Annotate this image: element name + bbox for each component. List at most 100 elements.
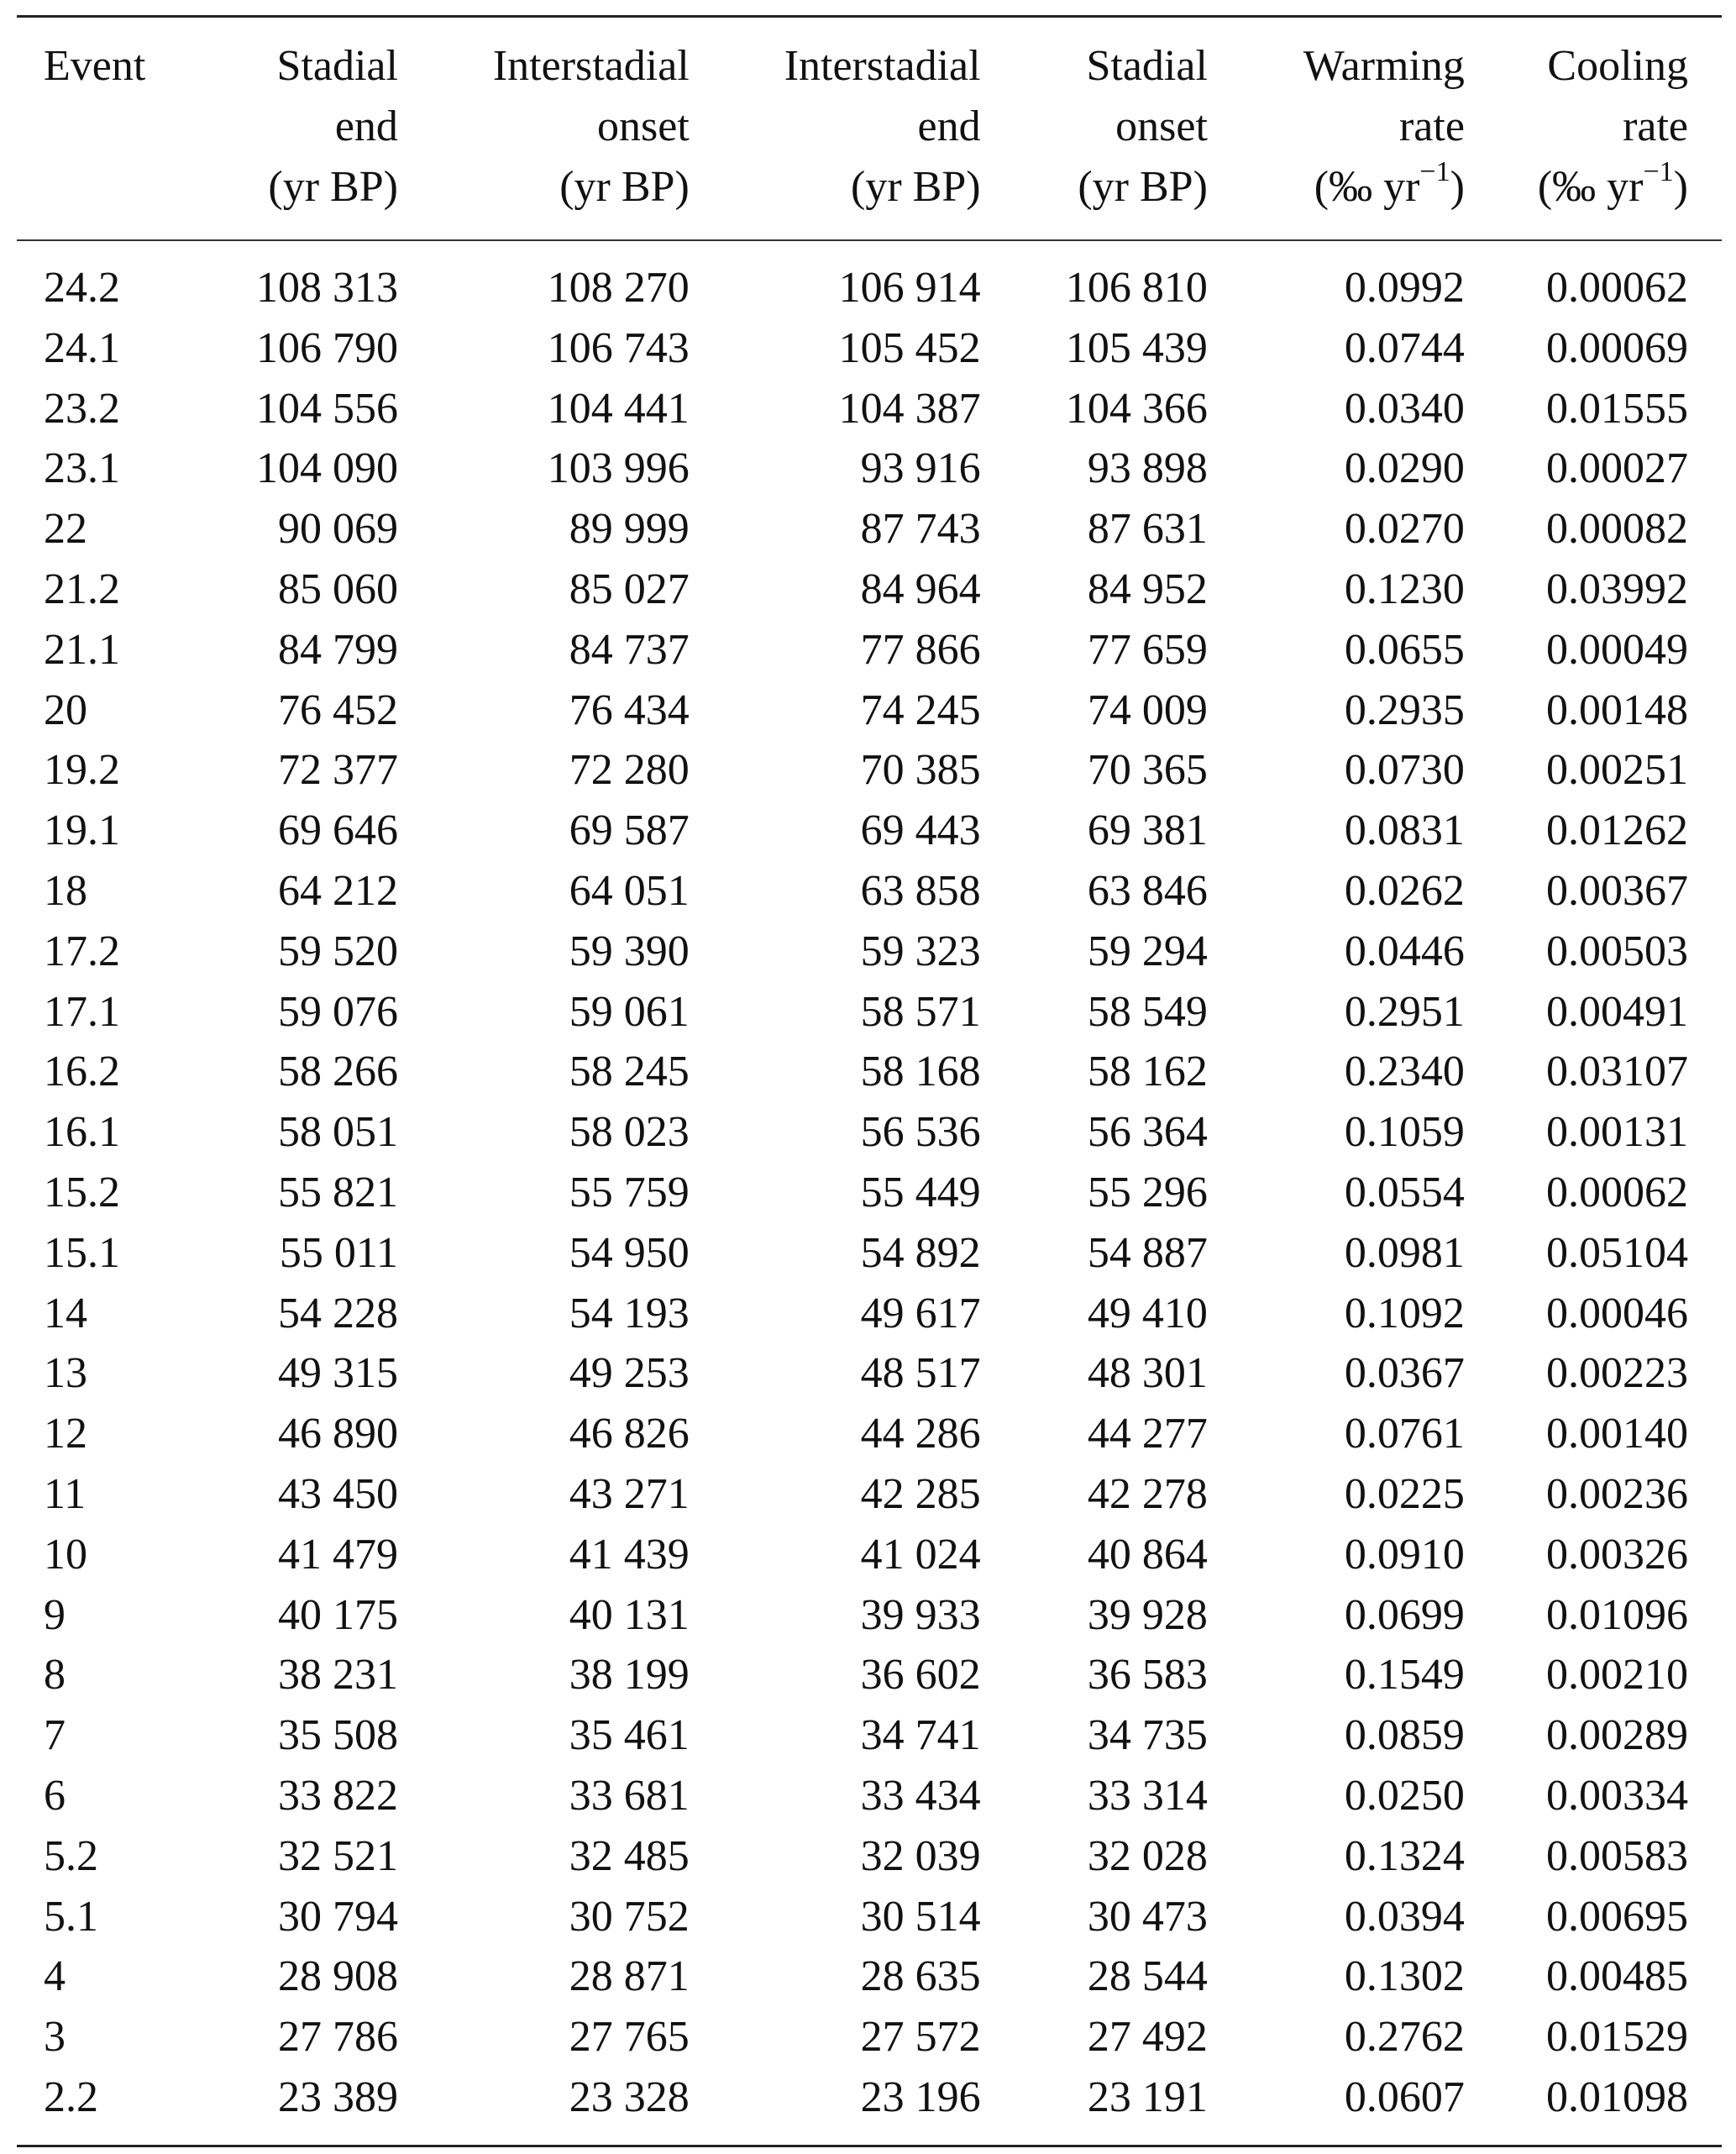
header-line: Stadial — [276, 42, 398, 90]
cell-stadial-onset: 32 028 — [1087, 1831, 1208, 1880]
table-row: 21.2 85 060 85 027 84 964 84 952 0.1230 0.0399… — [17, 560, 1722, 620]
cell-interstadial-end: 30 514 — [860, 1892, 981, 1941]
cell-interstadial-onset: 58 023 — [569, 1108, 690, 1157]
cell-stadial-end: 76 452 — [277, 686, 398, 734]
cell-event: 16.1 — [44, 1108, 120, 1157]
cell-event: 14 — [44, 1289, 87, 1337]
header-line: onset — [1115, 102, 1208, 150]
column-header-interstadial-onset: Interstadial onset (yr BP) — [398, 18, 690, 239]
cell-interstadial-onset: 59 390 — [569, 927, 690, 975]
header-line: rate — [1623, 102, 1688, 150]
cell-warming-rate: 0.1549 — [1344, 1651, 1465, 1700]
cell-interstadial-onset: 35 461 — [569, 1711, 690, 1760]
cell-interstadial-onset: 43 271 — [569, 1469, 690, 1518]
table-row: 19.1 69 646 69 587 69 443 69 381 0.0831 0.0126… — [17, 801, 1722, 861]
cell-warming-rate: 0.1092 — [1344, 1289, 1465, 1337]
cell-interstadial-end: 87 743 — [860, 505, 981, 554]
header-line: Cooling — [1547, 42, 1688, 90]
cell-warming-rate: 0.0446 — [1344, 927, 1465, 975]
cell-warming-rate: 0.1324 — [1344, 1831, 1465, 1880]
table-row: 16.2 58 266 58 245 58 168 58 162 0.2340 0.0310… — [17, 1042, 1722, 1102]
cell-warming-rate: 0.0340 — [1344, 384, 1465, 433]
header-line: (yr BP) — [1078, 163, 1208, 211]
cell-stadial-end: 46 890 — [277, 1410, 398, 1458]
cell-stadial-end: 23 389 — [277, 2073, 398, 2121]
cell-stadial-end: 104 556 — [255, 384, 398, 433]
cell-warming-rate: 0.0262 — [1344, 866, 1465, 915]
cell-interstadial-onset: 89 999 — [569, 505, 690, 554]
cell-event: 13 — [44, 1349, 87, 1398]
cell-cooling-rate: 0.00049 — [1546, 625, 1688, 674]
cell-stadial-onset: 36 583 — [1087, 1651, 1208, 1700]
cell-event: 19.1 — [44, 806, 120, 855]
table-row: 14 54 228 54 193 49 617 49 410 0.1092 0.00046 — [17, 1284, 1722, 1344]
cell-stadial-end: 32 521 — [277, 1831, 398, 1880]
cell-interstadial-end: 93 916 — [860, 444, 981, 493]
cell-event: 17.1 — [44, 987, 120, 1036]
header-line: Warming — [1303, 42, 1465, 90]
cell-stadial-end: 43 450 — [277, 1469, 398, 1518]
cell-interstadial-onset: 55 759 — [569, 1168, 690, 1216]
cell-warming-rate: 0.1059 — [1344, 1108, 1465, 1157]
table-row: 5.2 32 521 32 485 32 039 32 028 0.1324 0.00583 — [17, 1826, 1722, 1887]
cell-interstadial-end: 70 385 — [860, 746, 981, 795]
cell-event: 22 — [44, 505, 87, 554]
cell-cooling-rate: 0.00695 — [1546, 1892, 1688, 1941]
cell-stadial-end: 41 479 — [277, 1530, 398, 1579]
table-row: 5.1 30 794 30 752 30 514 30 473 0.0394 0.00695 — [17, 1887, 1722, 1947]
cell-interstadial-onset: 54 193 — [569, 1289, 690, 1337]
cell-interstadial-end: 49 617 — [860, 1289, 981, 1337]
cell-stadial-end: 85 060 — [277, 565, 398, 613]
cell-event: 23.2 — [44, 384, 120, 433]
cell-stadial-onset: 49 410 — [1087, 1289, 1208, 1337]
cell-cooling-rate: 0.01262 — [1546, 806, 1688, 855]
cell-interstadial-onset: 64 051 — [569, 866, 690, 915]
cell-interstadial-end: 104 387 — [838, 384, 981, 433]
header-line: rate — [1398, 102, 1465, 150]
table-row: 17.2 59 520 59 390 59 323 59 294 0.0446 0.0050… — [17, 922, 1722, 982]
cell-stadial-end: 28 908 — [277, 1952, 398, 2001]
cell-stadial-end: 54 228 — [277, 1289, 398, 1337]
column-header-cooling-rate: Cooling rate (‰ yr−1) — [1465, 18, 1722, 239]
cell-warming-rate: 0.0270 — [1344, 505, 1465, 554]
cell-interstadial-end: 55 449 — [860, 1168, 981, 1216]
cell-interstadial-onset: 28 871 — [569, 1952, 690, 2001]
cell-event: 10 — [44, 1530, 87, 1579]
cell-stadial-onset: 69 381 — [1087, 806, 1208, 855]
cell-interstadial-end: 58 168 — [860, 1048, 981, 1096]
cell-stadial-end: 55 821 — [277, 1168, 398, 1216]
cell-event: 18 — [44, 866, 87, 915]
header-line: (yr BP) — [268, 163, 398, 211]
cell-event: 16.2 — [44, 1048, 120, 1096]
cell-cooling-rate: 0.00140 — [1546, 1410, 1688, 1458]
cell-warming-rate: 0.0607 — [1344, 2073, 1465, 2121]
header-line: Interstadial — [784, 42, 981, 90]
cell-cooling-rate: 0.00485 — [1546, 1952, 1688, 2001]
cell-interstadial-end: 58 571 — [860, 987, 981, 1036]
cell-stadial-onset: 93 898 — [1087, 444, 1208, 493]
cell-stadial-onset: 77 659 — [1087, 625, 1208, 674]
table-row: 24.2 108 313 108 270 106 914 106 810 0.0992 0.… — [17, 241, 1722, 318]
table-row: 11 43 450 43 271 42 285 42 278 0.0225 0.00236 — [17, 1464, 1722, 1525]
cell-cooling-rate: 0.00503 — [1546, 927, 1688, 975]
cell-warming-rate: 0.0554 — [1344, 1168, 1465, 1216]
cell-warming-rate: 0.0250 — [1344, 1771, 1465, 1820]
cell-stadial-end: 84 799 — [277, 625, 398, 674]
cell-interstadial-end: 56 536 — [860, 1108, 981, 1157]
cell-cooling-rate: 0.00334 — [1546, 1771, 1688, 1820]
header-line: onset — [597, 102, 690, 150]
cell-warming-rate: 0.2935 — [1344, 686, 1465, 734]
cell-stadial-end: 64 212 — [277, 866, 398, 915]
cell-warming-rate: 0.0655 — [1344, 625, 1465, 674]
cell-event: 6 — [44, 1771, 66, 1820]
cell-interstadial-onset: 103 996 — [547, 444, 690, 493]
cell-cooling-rate: 0.03107 — [1546, 1048, 1688, 1096]
table-body: 24.2 108 313 108 270 106 914 106 810 0.0992 0.… — [17, 241, 1722, 2145]
cell-cooling-rate: 0.03992 — [1546, 565, 1688, 613]
cell-stadial-onset: 56 364 — [1087, 1108, 1208, 1157]
cell-warming-rate: 0.0730 — [1344, 746, 1465, 795]
cell-interstadial-end: 84 964 — [860, 565, 981, 613]
cell-event: 4 — [44, 1952, 66, 2001]
cell-stadial-end: 40 175 — [277, 1590, 398, 1639]
cell-stadial-onset: 70 365 — [1087, 746, 1208, 795]
